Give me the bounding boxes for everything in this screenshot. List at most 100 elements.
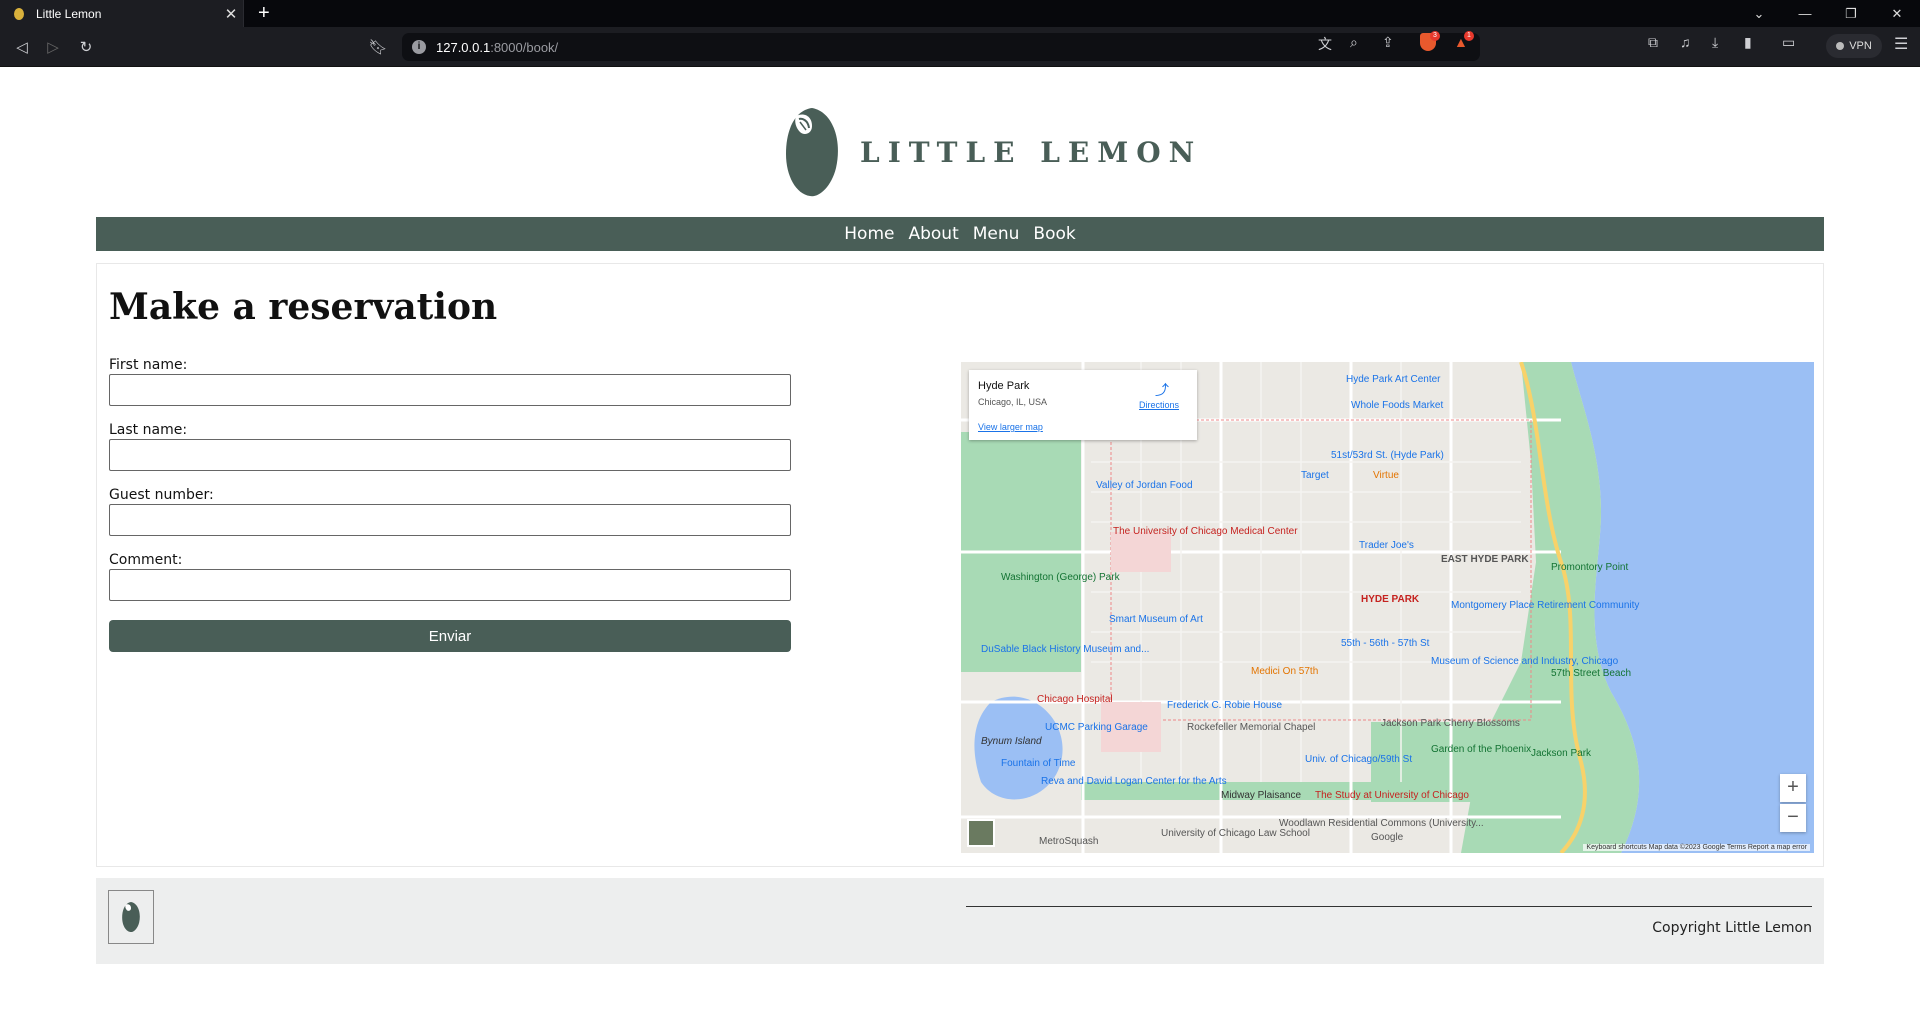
- lemon-logo-icon: [786, 108, 838, 197]
- directions-link[interactable]: Directions: [1139, 400, 1179, 410]
- view-larger-map-link[interactable]: View larger map: [978, 422, 1043, 432]
- map-label: Jackson Park: [1531, 748, 1592, 759]
- first-name-input[interactable]: [109, 374, 791, 406]
- minimize-icon[interactable]: —: [1782, 0, 1828, 27]
- map-label[interactable]: Reva and David Logan Center for the Arts: [1041, 776, 1227, 787]
- nav-home[interactable]: Home: [844, 224, 894, 244]
- map-label[interactable]: Chicago Hospital: [1037, 694, 1113, 705]
- vpn-status-icon: [1836, 42, 1845, 50]
- lemon-favicon-icon: [14, 7, 24, 20]
- shield-badge: 3: [1430, 31, 1440, 41]
- submit-button[interactable]: Enviar: [109, 620, 791, 652]
- tab-title: Little Lemon: [36, 6, 102, 21]
- map-label: Midway Plaisance: [1221, 790, 1302, 801]
- vpn-button[interactable]: VPN: [1826, 34, 1882, 58]
- comment-input[interactable]: [109, 569, 791, 601]
- map-label: Bynum Island: [981, 736, 1042, 747]
- map-label: EAST HYDE PARK: [1441, 554, 1529, 565]
- zoom-icon[interactable]: ⌕: [1350, 34, 1358, 51]
- map-label[interactable]: MetroSquash: [1039, 836, 1098, 847]
- site-logo[interactable]: LITTLE LEMON: [782, 102, 1202, 202]
- map-label[interactable]: Fountain of Time: [1001, 758, 1075, 769]
- restore-icon[interactable]: ❐: [1828, 0, 1874, 27]
- footer-divider: [966, 906, 1812, 907]
- zoom-in-button[interactable]: +: [1780, 774, 1806, 802]
- map-label: HYDE PARK: [1361, 594, 1420, 605]
- map-label: Washington (George) Park: [1001, 572, 1120, 583]
- map-label[interactable]: Virtue: [1373, 470, 1399, 481]
- site-footer: Copyright Little Lemon: [96, 878, 1824, 964]
- site-info-icon[interactable]: i: [412, 40, 426, 54]
- map-label[interactable]: 57th Street Beach: [1551, 668, 1631, 679]
- window-close-icon[interactable]: ✕: [1874, 0, 1920, 27]
- share-icon[interactable]: ⇪: [1382, 34, 1394, 51]
- map-label[interactable]: Medici On 57th: [1251, 666, 1318, 677]
- close-tab-icon[interactable]: ✕: [219, 5, 243, 23]
- zoom-out-button[interactable]: −: [1780, 804, 1806, 832]
- main-nav: Home About Menu Book: [96, 217, 1824, 251]
- map-label[interactable]: Garden of the Phoenix: [1431, 744, 1531, 755]
- map-label[interactable]: Trader Joe's: [1359, 540, 1414, 551]
- map-label[interactable]: Promontory Point: [1551, 562, 1628, 573]
- back-icon[interactable]: ◁: [10, 35, 34, 59]
- map-label[interactable]: DuSable Black History Museum and...: [981, 644, 1149, 655]
- map-label[interactable]: Rockefeller Memorial Chapel: [1187, 722, 1315, 733]
- tab-list-chevron-icon[interactable]: ⌄: [1736, 0, 1782, 27]
- reservation-section: Make a reservation First name: Last name…: [96, 263, 1824, 867]
- satellite-toggle[interactable]: [967, 819, 995, 847]
- map-place-address: Chicago, IL, USA: [978, 397, 1048, 407]
- map-place-card: Hyde Park Chicago, IL, USA View larger m…: [969, 370, 1197, 440]
- map-label[interactable]: Univ. of Chicago/59th St: [1305, 754, 1412, 765]
- page-title: Make a reservation: [109, 286, 498, 328]
- downloads-icon[interactable]: ⤓: [1712, 34, 1718, 51]
- map-label[interactable]: The Study at University of Chicago: [1315, 790, 1469, 801]
- browser-tab[interactable]: Little Lemon ✕: [0, 0, 244, 27]
- map-label[interactable]: Hyde Park Art Center: [1346, 374, 1440, 385]
- vpn-label: VPN: [1849, 40, 1872, 52]
- map-label[interactable]: 51st/53rd St. (Hyde Park): [1331, 450, 1444, 461]
- comment-label: Comment:: [109, 552, 183, 568]
- sidebar-icon[interactable]: ▮: [1744, 34, 1752, 51]
- browser-tab-bar: Little Lemon ✕ + ⌄ — ❐ ✕: [0, 0, 1920, 27]
- guest-number-input[interactable]: [109, 504, 791, 536]
- menu-icon[interactable]: ☰: [1894, 34, 1908, 54]
- map-label[interactable]: The University of Chicago Medical Center: [1113, 526, 1298, 537]
- browser-toolbar: ◁ ▷ ↻ 🔖︎ i 127.0.0.1:8000/book/ 文 ⌕ ⇪ 3 …: [0, 27, 1920, 67]
- map-label[interactable]: Whole Foods Market: [1351, 400, 1443, 411]
- alert-badge: 1: [1464, 31, 1474, 41]
- nav-about[interactable]: About: [908, 224, 958, 244]
- map-label[interactable]: Museum of Science and Industry, Chicago: [1431, 656, 1618, 667]
- media-icon[interactable]: ♫: [1680, 34, 1691, 50]
- bookmark-icon[interactable]: 🔖︎: [366, 35, 390, 59]
- lemon-logo-icon: [122, 902, 140, 933]
- wallet-icon[interactable]: ▭: [1782, 34, 1795, 51]
- directions-icon[interactable]: ⤴: [1155, 380, 1169, 400]
- page: LITTLE LEMON Home About Menu Book Make a…: [0, 68, 1920, 1036]
- map-label[interactable]: UCMC Parking Garage: [1045, 722, 1148, 733]
- nav-book[interactable]: Book: [1033, 224, 1075, 244]
- copyright-text: Copyright Little Lemon: [1652, 920, 1812, 936]
- map-label[interactable]: 55th - 56th - 57th St: [1341, 638, 1429, 649]
- map-label[interactable]: Frederick C. Robie House: [1167, 700, 1282, 711]
- nav-menu[interactable]: Menu: [973, 224, 1020, 244]
- extensions-icon[interactable]: ⧉: [1648, 34, 1658, 51]
- map-label[interactable]: Montgomery Place Retirement Community: [1451, 600, 1639, 611]
- map-label[interactable]: Smart Museum of Art: [1109, 614, 1203, 625]
- new-tab-icon[interactable]: +: [258, 3, 270, 23]
- url-text[interactable]: 127.0.0.1:8000/book/: [436, 40, 558, 55]
- embedded-map[interactable]: Hyde Park Art Center Whole Foods Market …: [961, 362, 1814, 853]
- reload-icon[interactable]: ↻: [74, 35, 98, 59]
- google-logo: Google: [1371, 832, 1404, 843]
- map-label[interactable]: Valley of Jordan Food: [1096, 480, 1193, 491]
- forward-icon[interactable]: ▷: [41, 35, 65, 59]
- map-attribution[interactable]: Keyboard shortcuts Map data ©2023 Google…: [1583, 844, 1810, 851]
- brand-name: LITTLE LEMON: [860, 135, 1203, 169]
- last-name-label: Last name:: [109, 422, 188, 438]
- footer-logo[interactable]: [108, 890, 154, 944]
- translate-icon[interactable]: 文: [1318, 34, 1332, 54]
- last-name-input[interactable]: [109, 439, 791, 471]
- map-label[interactable]: Jackson Park Cherry Blossoms: [1381, 718, 1520, 729]
- map-label[interactable]: University of Chicago Law School: [1161, 828, 1310, 839]
- map-label[interactable]: Target: [1301, 470, 1329, 481]
- guest-number-label: Guest number:: [109, 487, 214, 503]
